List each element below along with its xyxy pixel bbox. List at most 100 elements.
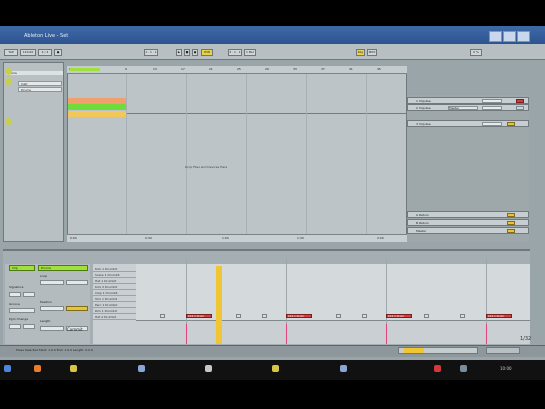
quantize-menu[interactable]: 1 Bar [244, 49, 256, 56]
loop-brace[interactable] [70, 68, 100, 71]
loop-end-field[interactable] [66, 280, 88, 285]
midi-note[interactable]: Kick 1 Drum [486, 314, 512, 318]
groove-select[interactable] [9, 308, 35, 313]
track-activator-button[interactable] [507, 122, 515, 126]
track-activator-button[interactable] [507, 221, 515, 225]
track-volume[interactable] [482, 122, 502, 126]
browser-places-icon[interactable] [5, 78, 12, 85]
midi-note[interactable]: Kick 1 Drum [286, 314, 312, 318]
track-solo-button[interactable] [516, 106, 524, 110]
minimize-button[interactable] [489, 31, 502, 42]
midi-note[interactable] [160, 314, 165, 318]
master-track[interactable]: Master [407, 227, 529, 234]
velocity-marker[interactable] [286, 324, 287, 344]
browser-item-drums[interactable]: Drums [18, 87, 62, 92]
track-header-2[interactable]: 2 Impulse Master [407, 104, 529, 111]
arrangement-timeline[interactable]: 0:00 0:30 1:00 1:30 2:00 [67, 234, 407, 242]
track-arm-button[interactable] [516, 99, 524, 103]
track-volume[interactable] [482, 106, 502, 110]
play-button[interactable]: ▶ [176, 49, 182, 56]
return-track-b[interactable]: B Return [407, 219, 529, 226]
velocity-marker[interactable] [386, 324, 387, 344]
clip-name-field[interactable]: Drums [38, 265, 88, 271]
signature-field[interactable]: 4 / 4 [38, 49, 52, 56]
length-label: Length [40, 319, 51, 323]
beat-ruler[interactable]: 159131721252933374145 [67, 66, 407, 74]
stop-button[interactable]: ■ [184, 49, 190, 56]
track-header-3[interactable]: 3 Impulse [407, 120, 529, 127]
key-row[interactable]: Hat 1 Drumkit [93, 279, 136, 284]
browser-item-instr[interactable]: Instr [18, 81, 62, 86]
signature-denominator[interactable] [23, 292, 35, 297]
midi-note-editor[interactable] [136, 264, 530, 320]
sub-field[interactable] [23, 324, 35, 329]
key-row[interactable]: Clap 1 Drumkit [93, 291, 136, 296]
midi-note[interactable] [424, 314, 429, 318]
playhead-selection[interactable] [216, 266, 222, 344]
track-name: 3 Impulse [416, 122, 431, 126]
track-volume[interactable] [482, 99, 502, 103]
key-row[interactable]: Kick 1 Drumkit [93, 267, 136, 272]
midi-map-button[interactable]: MIDI [367, 49, 377, 56]
key-map-button[interactable]: Key [356, 49, 365, 56]
midi-note[interactable] [236, 314, 241, 318]
velocity-marker[interactable] [186, 324, 187, 344]
position-field[interactable] [40, 306, 64, 311]
track-header-1[interactable]: 1 Impulse [407, 97, 529, 104]
track-activator-button[interactable] [507, 213, 515, 217]
key-row[interactable]: Tom 1 Drumkit [93, 297, 136, 302]
key-row[interactable]: Snare 1 Drumkit [93, 273, 136, 278]
loop-start-field[interactable]: 3 . 1 . 1 [228, 49, 242, 56]
folder-app-icon[interactable] [70, 365, 77, 372]
key-row[interactable]: Kick 2 Drumkit [93, 285, 136, 290]
key-row[interactable]: Rim 1 Drumkit [93, 309, 136, 314]
track-clip-3[interactable] [68, 111, 126, 117]
track-name: 2 Impulse [416, 106, 431, 110]
record-button[interactable]: ● [192, 49, 198, 56]
signature-numerator[interactable] [9, 292, 21, 297]
tray-icon[interactable] [434, 365, 441, 372]
bank-field[interactable] [9, 324, 21, 329]
loop-toggle[interactable] [66, 306, 88, 311]
settings-app-icon[interactable] [340, 365, 347, 372]
loop-start-field[interactable] [40, 280, 64, 285]
zoom-handle[interactable] [404, 348, 424, 353]
browser-app-icon[interactable] [34, 365, 41, 372]
overdub-button[interactable]: OVR [201, 49, 213, 56]
track-activator-button[interactable] [507, 229, 515, 233]
midi-note[interactable]: Kick 1 Drum [386, 314, 412, 318]
device-view-toggle[interactable] [486, 347, 520, 354]
track-input-select[interactable]: Master [448, 106, 478, 110]
return-track-a[interactable]: A Return [407, 211, 529, 218]
close-button[interactable] [517, 31, 530, 42]
midi-note[interactable] [460, 314, 465, 318]
start-icon[interactable] [4, 365, 11, 372]
velocity-marker[interactable] [486, 324, 487, 344]
media-app-icon[interactable] [138, 365, 145, 372]
clip-activator[interactable]: Clip [9, 265, 35, 271]
commit-button[interactable]: Commit [66, 326, 88, 332]
metronome-button[interactable]: ● [54, 49, 62, 56]
ruler-mark: 25 [237, 67, 241, 71]
velocity-editor[interactable] [136, 320, 530, 344]
tray-icon[interactable] [460, 365, 467, 372]
midi-note[interactable] [362, 314, 367, 318]
arrangement-position[interactable]: 1 . 1 . 1 [144, 49, 158, 56]
explorer-app-icon[interactable] [272, 365, 279, 372]
browser-header: Name [6, 71, 63, 75]
live-app-icon[interactable] [205, 365, 212, 372]
maximize-button[interactable] [503, 31, 516, 42]
key-row[interactable]: Perc 1 Drumkit [93, 303, 136, 308]
arrangement-view[interactable] [67, 66, 407, 242]
tap-button[interactable]: TAP [4, 49, 18, 56]
tempo-field[interactable]: 120.00 [20, 49, 36, 56]
midi-note[interactable] [336, 314, 341, 318]
length-field[interactable] [40, 326, 64, 331]
browser-folder-icon[interactable] [5, 68, 12, 75]
midi-note[interactable]: Kick 1 Drum [186, 314, 212, 318]
browser-search-icon[interactable] [5, 118, 12, 125]
track-clip-2[interactable] [68, 104, 126, 110]
key-row[interactable]: Hat 2 Drumkit [93, 315, 136, 320]
ruler-mark: 29 [265, 67, 269, 71]
midi-note[interactable] [262, 314, 267, 318]
